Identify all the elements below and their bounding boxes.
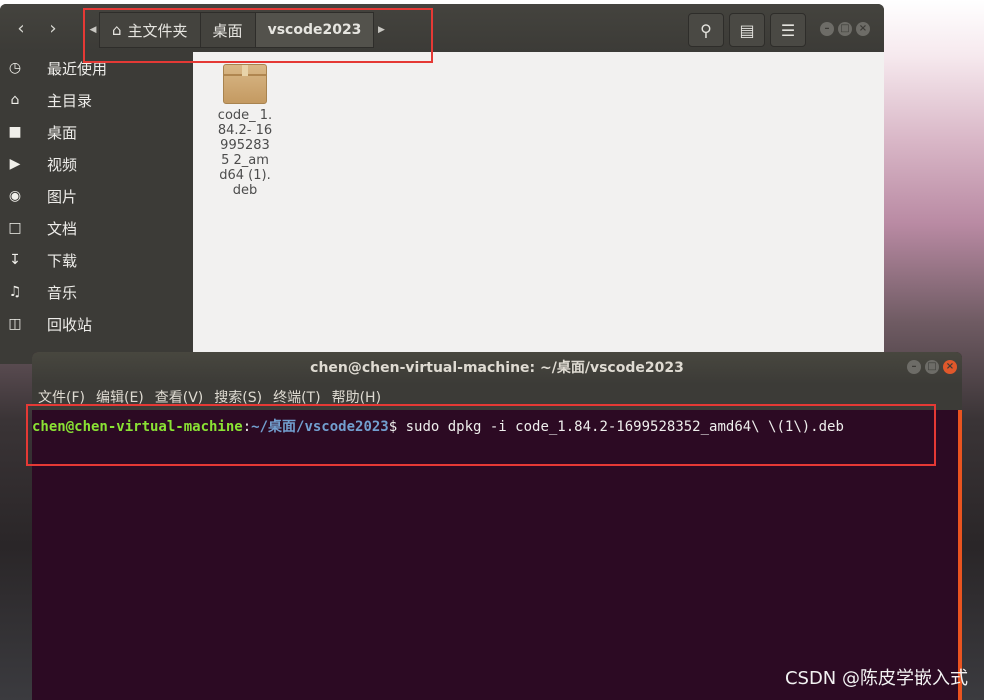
menu-help[interactable]: 帮助(H) [332,387,381,407]
list-view-icon: ▤ [739,20,755,40]
minimize-icon[interactable]: – [820,22,834,36]
download-icon: ↧ [9,252,21,268]
terminal-window: chen@chen-virtual-machine: ~/桌面/vscode20… [32,352,962,700]
file-item[interactable]: code_ 1.84.2- 169952835 2_amd64 (1).deb [217,64,273,198]
terminal-scrollbar[interactable] [958,410,962,700]
sidebar-item-label: 回收站 [47,315,93,334]
search-button[interactable]: ⚲ [688,13,724,47]
breadcrumb: ◀ ⌂ 主文件夹 桌面 vscode2023 ▶ [86,12,388,48]
video-icon: ▶ [9,156,21,172]
watermark: CSDN @陈皮学嵌入式 [784,668,968,689]
package-icon [223,64,267,104]
sidebar-item-label: 音乐 [47,283,78,302]
close-icon[interactable]: × [856,22,870,36]
sidebar-item-documents[interactable]: □ 文档 [0,212,192,244]
home-icon: ⌂ [112,21,122,39]
close-icon[interactable]: × [943,360,957,374]
menu-edit[interactable]: 编辑(E) [96,387,144,407]
terminal-menubar: 文件(F) 编辑(E) 查看(V) 搜索(S) 终端(T) 帮助(H) [32,384,962,410]
breadcrumb-right-arrow-icon[interactable]: ▶ [374,12,388,48]
file-view: code_ 1.84.2- 169952835 2_amd64 (1).deb [193,52,884,364]
prompt-separator: : [242,419,252,435]
file-manager-window: ‹ › ◀ ⌂ 主文件夹 桌面 vscode2023 ▶ ⚲ ▤ ☰ – □ ×… [0,4,884,364]
menu-view[interactable]: 查看(V) [155,387,204,407]
sidebar-item-recent[interactable]: ◷ 最近使用 [0,52,192,84]
menu-search[interactable]: 搜索(S) [214,387,262,407]
back-button[interactable]: ‹ [6,14,36,44]
command-text: sudo dpkg -i code_1.84.2-1699528352_amd6… [405,419,844,435]
sidebar: ◷ 最近使用 ⌂ 主目录 ■ 桌面 ▶ 视频 ◉ 图片 □ 文档 ↧ 下载 ♫ [0,52,192,364]
crumb-home-label: 主文件夹 [127,21,188,40]
minimize-icon[interactable]: – [907,360,921,374]
hamburger-icon: ☰ [780,20,796,40]
sidebar-item-pictures[interactable]: ◉ 图片 [0,180,192,212]
sidebar-item-label: 最近使用 [47,59,108,78]
window-controls: – □ × [820,22,870,36]
sidebar-item-videos[interactable]: ▶ 视频 [0,148,192,180]
crumb-vscode2023[interactable]: vscode2023 [254,12,375,48]
view-options-button[interactable]: ▤ [729,13,765,47]
crumb-home[interactable]: ⌂ 主文件夹 [99,12,201,48]
breadcrumb-left-arrow-icon[interactable]: ◀ [86,12,100,48]
menu-terminal[interactable]: 终端(T) [273,387,320,407]
sidebar-item-desktop[interactable]: ■ 桌面 [0,116,192,148]
sidebar-item-trash[interactable]: ◫ 回收站 [0,308,192,340]
forward-button[interactable]: › [38,14,68,44]
sidebar-item-label: 桌面 [47,123,78,142]
file-manager-header: ‹ › ◀ ⌂ 主文件夹 桌面 vscode2023 ▶ ⚲ ▤ ☰ – □ × [0,4,884,52]
sidebar-item-label: 下载 [47,251,78,270]
maximize-icon[interactable]: □ [838,22,852,36]
menu-file[interactable]: 文件(F) [38,387,85,407]
search-icon: ⚲ [700,20,712,40]
file-name: code_ 1.84.2- 169952835 2_amd64 (1).deb [217,108,273,198]
prompt-symbol: $ [388,419,406,435]
prompt-user: chen@chen-virtual-machine [32,419,243,435]
sidebar-item-label: 视频 [47,155,78,174]
terminal-output[interactable]: chen@chen-virtual-machine:~/桌面/vscode202… [32,410,962,436]
sidebar-item-music[interactable]: ♫ 音乐 [0,276,192,308]
sidebar-item-downloads[interactable]: ↧ 下载 [0,244,192,276]
crumb-vscode2023-label: vscode2023 [267,22,362,38]
home-icon: ⌂ [10,92,20,108]
sidebar-item-label: 文档 [47,219,78,238]
terminal-title: chen@chen-virtual-machine: ~/桌面/vscode20… [310,360,684,376]
menu-button[interactable]: ☰ [770,13,806,47]
terminal-titlebar: chen@chen-virtual-machine: ~/桌面/vscode20… [32,352,962,384]
recent-icon: ◷ [8,60,22,76]
sidebar-item-label: 图片 [47,187,78,206]
camera-icon: ◉ [8,188,22,204]
prompt-path: ~/桌面/vscode2023 [251,419,389,435]
crumb-desktop-label: 桌面 [212,21,243,40]
terminal-window-controls: – □ × [907,360,957,374]
document-icon: □ [8,220,22,236]
maximize-icon[interactable]: □ [925,360,939,374]
sidebar-item-home[interactable]: ⌂ 主目录 [0,84,192,116]
folder-icon: ■ [8,124,22,140]
music-icon: ♫ [8,284,22,300]
crumb-desktop[interactable]: 桌面 [199,12,256,48]
sidebar-item-label: 主目录 [47,91,93,110]
trash-icon: ◫ [8,316,22,332]
